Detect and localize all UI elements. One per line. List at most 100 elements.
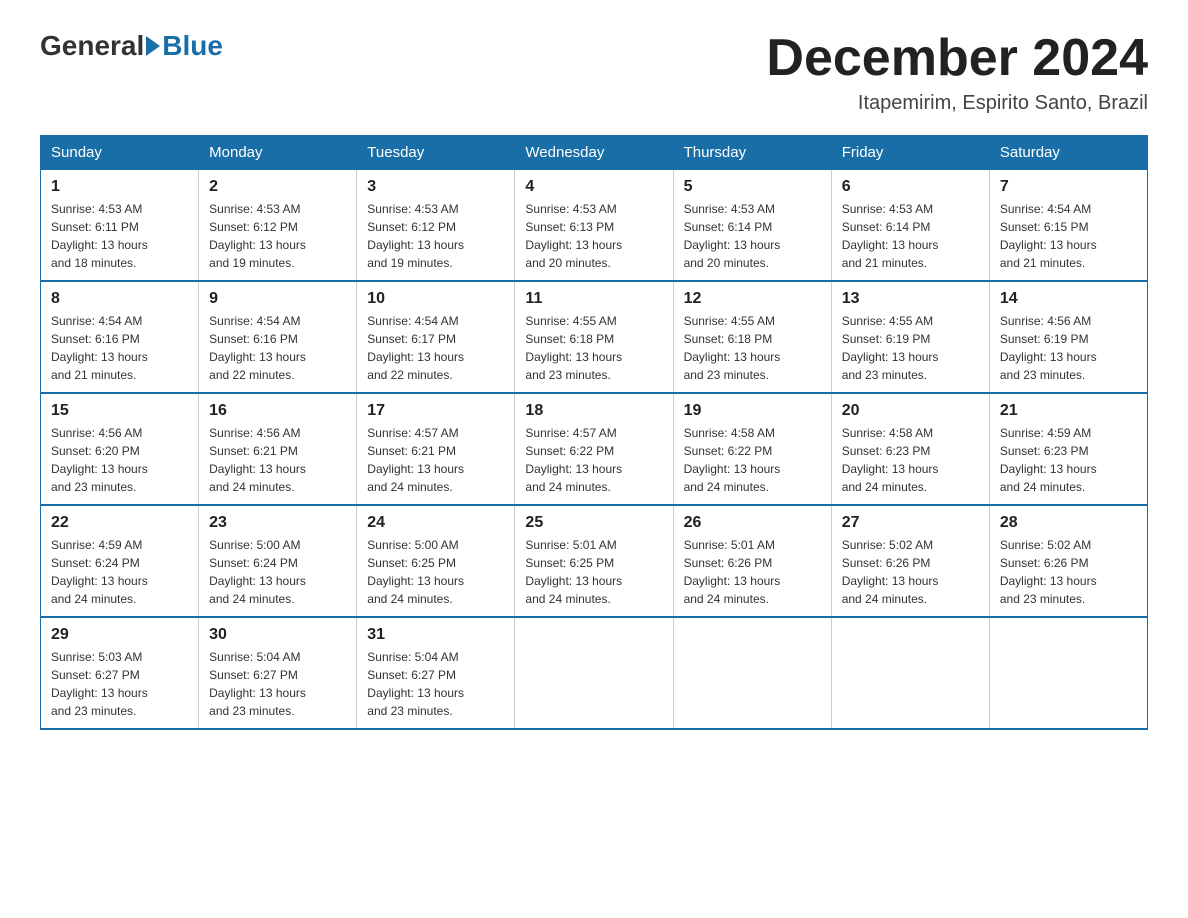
- day-number: 7: [1000, 178, 1137, 196]
- day-info: Sunrise: 4:58 AMSunset: 6:23 PMDaylight:…: [842, 424, 979, 496]
- calendar-cell: 30Sunrise: 5:04 AMSunset: 6:27 PMDayligh…: [199, 617, 357, 729]
- calendar-cell: [515, 617, 673, 729]
- calendar-cell: 18 Sunrise: 4:57 AMSunset: 6:22 PMDayligh…: [515, 393, 673, 505]
- calendar-cell: 16 Sunrise: 4:56 AMSunset: 6:21 PMDayligh…: [199, 393, 357, 505]
- calendar-cell: 28 Sunrise: 5:02 AMSunset: 6:26 PMDayligh…: [989, 505, 1147, 617]
- logo-arrow-icon: [146, 36, 160, 56]
- day-number: 19: [684, 402, 821, 420]
- day-info: Sunrise: 5:02 AMSunset: 6:26 PMDaylight:…: [1000, 536, 1137, 608]
- day-number: 9: [209, 290, 346, 308]
- calendar-cell: 26Sunrise: 5:01 AMSunset: 6:26 PMDayligh…: [673, 505, 831, 617]
- header-friday: Friday: [831, 136, 989, 170]
- calendar-cell: 23 Sunrise: 5:00 AMSunset: 6:24 PMDayligh…: [199, 505, 357, 617]
- calendar-cell: 17Sunrise: 4:57 AMSunset: 6:21 PMDayligh…: [357, 393, 515, 505]
- day-info: Sunrise: 5:04 AMSunset: 6:27 PMDaylight:…: [367, 648, 504, 720]
- calendar-cell: 25 Sunrise: 5:01 AMSunset: 6:25 PMDayligh…: [515, 505, 673, 617]
- day-number: 14: [1000, 290, 1137, 308]
- calendar-cell: 31 Sunrise: 5:04 AMSunset: 6:27 PMDayligh…: [357, 617, 515, 729]
- calendar-cell: 12Sunrise: 4:55 AMSunset: 6:18 PMDayligh…: [673, 281, 831, 393]
- location-subtitle: Itapemirim, Espirito Santo, Brazil: [766, 92, 1148, 115]
- day-number: 5: [684, 178, 821, 196]
- day-number: 13: [842, 290, 979, 308]
- day-number: 24: [367, 514, 504, 532]
- day-number: 27: [842, 514, 979, 532]
- logo: General Blue: [40, 30, 223, 62]
- day-number: 28: [1000, 514, 1137, 532]
- calendar-week-row: 15Sunrise: 4:56 AMSunset: 6:20 PMDayligh…: [41, 393, 1148, 505]
- day-info: Sunrise: 4:59 AMSunset: 6:24 PMDaylight:…: [51, 536, 188, 608]
- day-info: Sunrise: 4:53 AMSunset: 6:12 PMDaylight:…: [209, 200, 346, 272]
- day-info: Sunrise: 4:55 AMSunset: 6:18 PMDaylight:…: [525, 312, 662, 384]
- header-thursday: Thursday: [673, 136, 831, 170]
- day-number: 31: [367, 626, 504, 644]
- calendar-cell: 22 Sunrise: 4:59 AMSunset: 6:24 PMDayligh…: [41, 505, 199, 617]
- calendar-cell: 10Sunrise: 4:54 AMSunset: 6:17 PMDayligh…: [357, 281, 515, 393]
- day-number: 25: [525, 514, 662, 532]
- calendar-cell: 2 Sunrise: 4:53 AMSunset: 6:12 PMDaylight…: [199, 170, 357, 282]
- calendar-cell: 6 Sunrise: 4:53 AMSunset: 6:14 PMDaylight…: [831, 170, 989, 282]
- calendar-cell: 4Sunrise: 4:53 AMSunset: 6:13 PMDaylight…: [515, 170, 673, 282]
- day-number: 16: [209, 402, 346, 420]
- day-info: Sunrise: 4:57 AMSunset: 6:22 PMDaylight:…: [525, 424, 662, 496]
- calendar-cell: [989, 617, 1147, 729]
- calendar-cell: 7 Sunrise: 4:54 AMSunset: 6:15 PMDaylight…: [989, 170, 1147, 282]
- day-number: 18: [525, 402, 662, 420]
- calendar-cell: [673, 617, 831, 729]
- day-number: 20: [842, 402, 979, 420]
- day-info: Sunrise: 4:54 AMSunset: 6:15 PMDaylight:…: [1000, 200, 1137, 272]
- calendar-cell: 19 Sunrise: 4:58 AMSunset: 6:22 PMDayligh…: [673, 393, 831, 505]
- calendar-cell: 1 Sunrise: 4:53 AMSunset: 6:11 PMDaylight…: [41, 170, 199, 282]
- header-monday: Monday: [199, 136, 357, 170]
- calendar-cell: 13 Sunrise: 4:55 AMSunset: 6:19 PMDayligh…: [831, 281, 989, 393]
- calendar-cell: 15Sunrise: 4:56 AMSunset: 6:20 PMDayligh…: [41, 393, 199, 505]
- day-number: 22: [51, 514, 188, 532]
- title-section: December 2024 Itapemirim, Espirito Santo…: [766, 30, 1148, 115]
- header-saturday: Saturday: [989, 136, 1147, 170]
- day-info: Sunrise: 5:00 AMSunset: 6:24 PMDaylight:…: [209, 536, 346, 608]
- day-number: 21: [1000, 402, 1137, 420]
- day-number: 6: [842, 178, 979, 196]
- calendar-cell: 27 Sunrise: 5:02 AMSunset: 6:26 PMDayligh…: [831, 505, 989, 617]
- day-info: Sunrise: 4:56 AMSunset: 6:19 PMDaylight:…: [1000, 312, 1137, 384]
- calendar-cell: 3 Sunrise: 4:53 AMSunset: 6:12 PMDaylight…: [357, 170, 515, 282]
- calendar-cell: 24Sunrise: 5:00 AMSunset: 6:25 PMDayligh…: [357, 505, 515, 617]
- day-info: Sunrise: 4:59 AMSunset: 6:23 PMDaylight:…: [1000, 424, 1137, 496]
- calendar-cell: 9Sunrise: 4:54 AMSunset: 6:16 PMDaylight…: [199, 281, 357, 393]
- day-info: Sunrise: 4:53 AMSunset: 6:13 PMDaylight:…: [525, 200, 662, 272]
- day-info: Sunrise: 4:53 AMSunset: 6:14 PMDaylight:…: [842, 200, 979, 272]
- day-number: 10: [367, 290, 504, 308]
- day-info: Sunrise: 4:53 AMSunset: 6:11 PMDaylight:…: [51, 200, 188, 272]
- day-info: Sunrise: 4:57 AMSunset: 6:21 PMDaylight:…: [367, 424, 504, 496]
- calendar-week-row: 22 Sunrise: 4:59 AMSunset: 6:24 PMDayligh…: [41, 505, 1148, 617]
- day-info: Sunrise: 4:55 AMSunset: 6:19 PMDaylight:…: [842, 312, 979, 384]
- day-info: Sunrise: 5:01 AMSunset: 6:25 PMDaylight:…: [525, 536, 662, 608]
- calendar-cell: 21 Sunrise: 4:59 AMSunset: 6:23 PMDayligh…: [989, 393, 1147, 505]
- day-number: 2: [209, 178, 346, 196]
- month-title: December 2024: [766, 30, 1148, 87]
- day-info: Sunrise: 4:58 AMSunset: 6:22 PMDaylight:…: [684, 424, 821, 496]
- calendar-cell: 20 Sunrise: 4:58 AMSunset: 6:23 PMDayligh…: [831, 393, 989, 505]
- day-info: Sunrise: 4:53 AMSunset: 6:12 PMDaylight:…: [367, 200, 504, 272]
- calendar-week-row: 29Sunrise: 5:03 AMSunset: 6:27 PMDayligh…: [41, 617, 1148, 729]
- logo-blue-text: Blue: [162, 30, 223, 62]
- calendar-week-row: 1 Sunrise: 4:53 AMSunset: 6:11 PMDaylight…: [41, 170, 1148, 282]
- day-number: 1: [51, 178, 188, 196]
- day-number: 8: [51, 290, 188, 308]
- day-info: Sunrise: 5:04 AMSunset: 6:27 PMDaylight:…: [209, 648, 346, 720]
- day-info: Sunrise: 5:02 AMSunset: 6:26 PMDaylight:…: [842, 536, 979, 608]
- day-info: Sunrise: 4:54 AMSunset: 6:16 PMDaylight:…: [51, 312, 188, 384]
- calendar-header-row: SundayMondayTuesdayWednesdayThursdayFrid…: [41, 136, 1148, 170]
- day-info: Sunrise: 4:53 AMSunset: 6:14 PMDaylight:…: [684, 200, 821, 272]
- day-number: 23: [209, 514, 346, 532]
- page-header: General Blue December 2024 Itapemirim, E…: [40, 30, 1148, 115]
- header-tuesday: Tuesday: [357, 136, 515, 170]
- day-number: 3: [367, 178, 504, 196]
- day-number: 26: [684, 514, 821, 532]
- day-info: Sunrise: 4:56 AMSunset: 6:21 PMDaylight:…: [209, 424, 346, 496]
- calendar-week-row: 8 Sunrise: 4:54 AMSunset: 6:16 PMDaylight…: [41, 281, 1148, 393]
- day-number: 15: [51, 402, 188, 420]
- header-wednesday: Wednesday: [515, 136, 673, 170]
- logo-general-text: General: [40, 30, 144, 62]
- calendar-cell: 14 Sunrise: 4:56 AMSunset: 6:19 PMDayligh…: [989, 281, 1147, 393]
- calendar-cell: 11Sunrise: 4:55 AMSunset: 6:18 PMDayligh…: [515, 281, 673, 393]
